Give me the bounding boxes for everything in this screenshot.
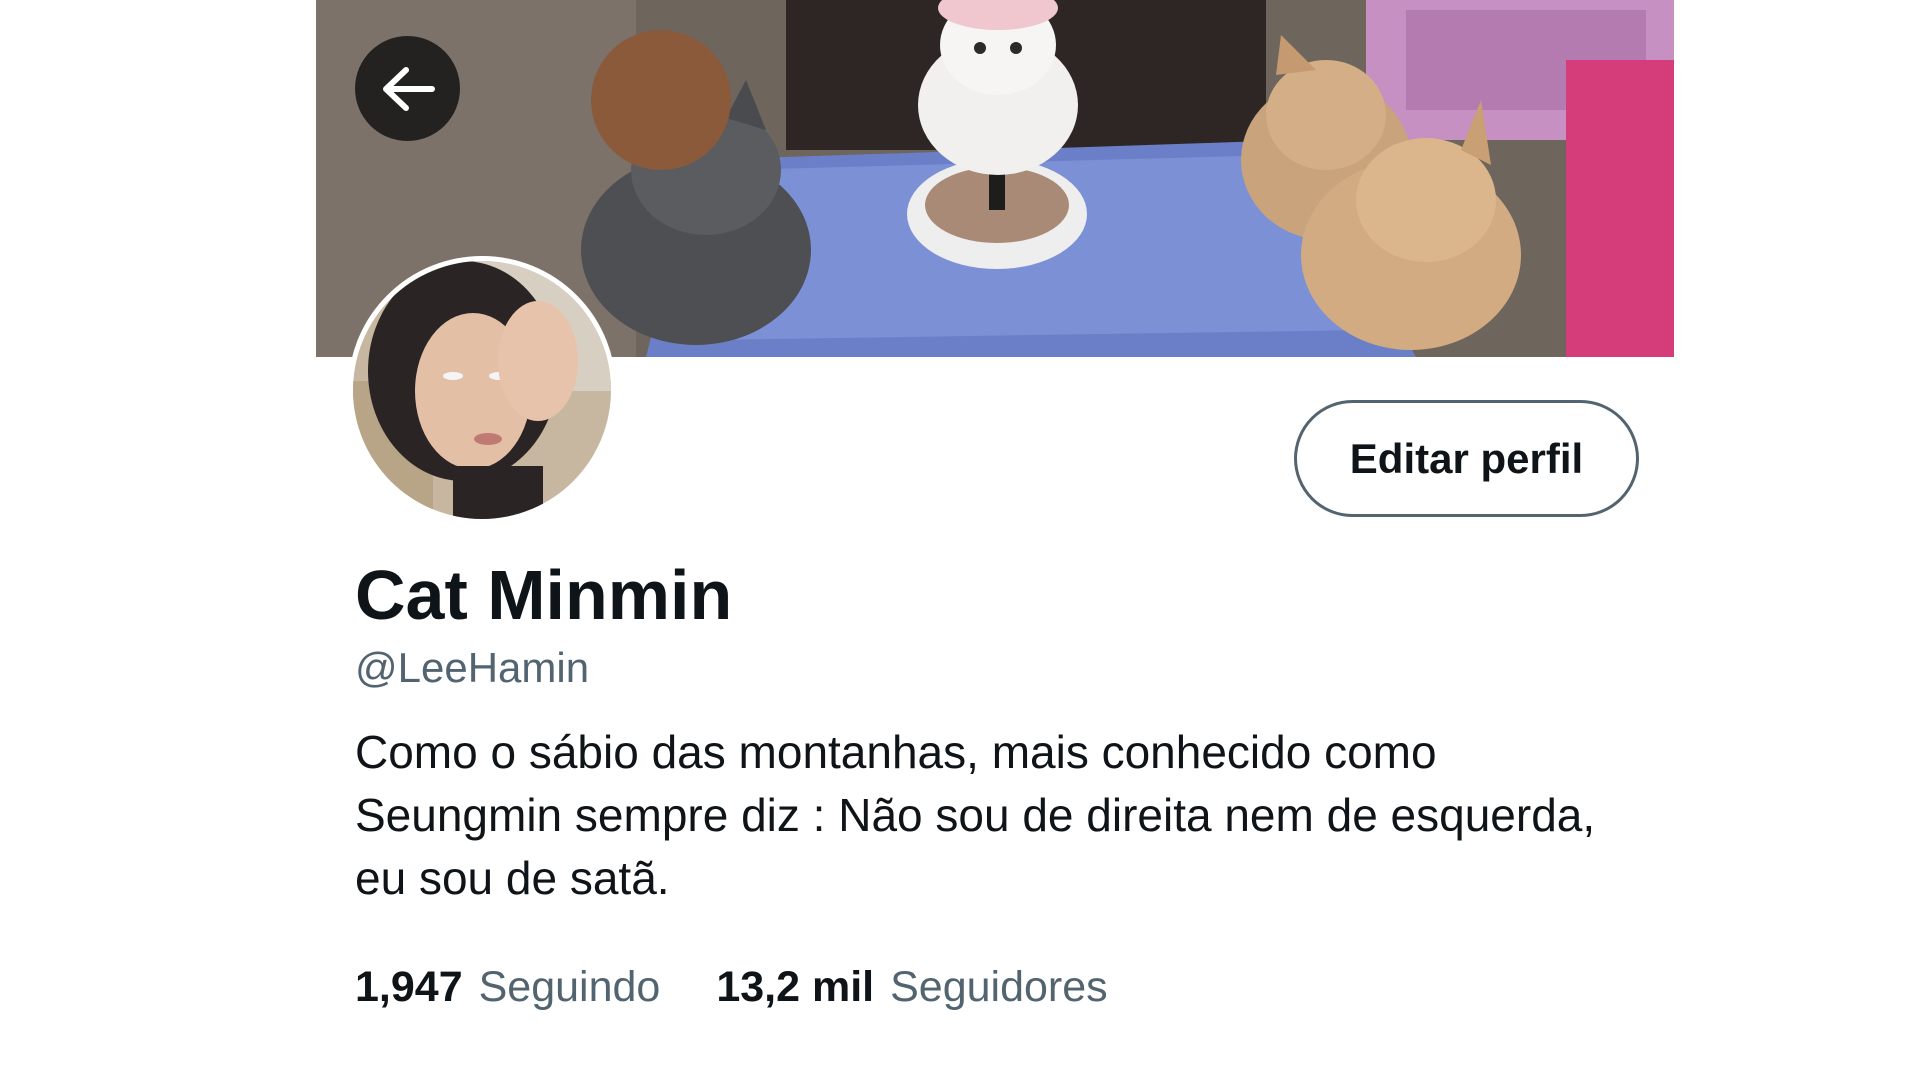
followers-label: Seguidores [890,963,1108,1011]
username-handle: @LeeHamin [355,644,590,691]
profile-header: Editar perfil Cat Minmin @LeeHamin Como … [316,0,1674,1080]
arrow-left-icon [382,66,435,111]
profile-photo [353,261,611,519]
following-count: 1,947 [355,963,463,1011]
following-link[interactable]: 1,947 Seguindo [355,962,660,1012]
followers-link[interactable]: 13,2 mil Seguidores [716,962,1107,1012]
profile-page: Editar perfil Cat Minmin @LeeHamin Como … [0,0,1920,1080]
following-label: Seguindo [478,963,661,1011]
back-button[interactable] [355,36,460,141]
followers-count: 13,2 mil [716,963,875,1011]
profile-bio: Como o sábio das montanhas, mais conheci… [355,726,1596,904]
avatar[interactable] [348,256,616,524]
follow-stats: 1,947 Seguindo 13,2 mil Seguidores [355,962,1108,1012]
display-name: Cat Minmin [355,556,733,634]
edit-profile-button[interactable]: Editar perfil [1294,400,1639,517]
